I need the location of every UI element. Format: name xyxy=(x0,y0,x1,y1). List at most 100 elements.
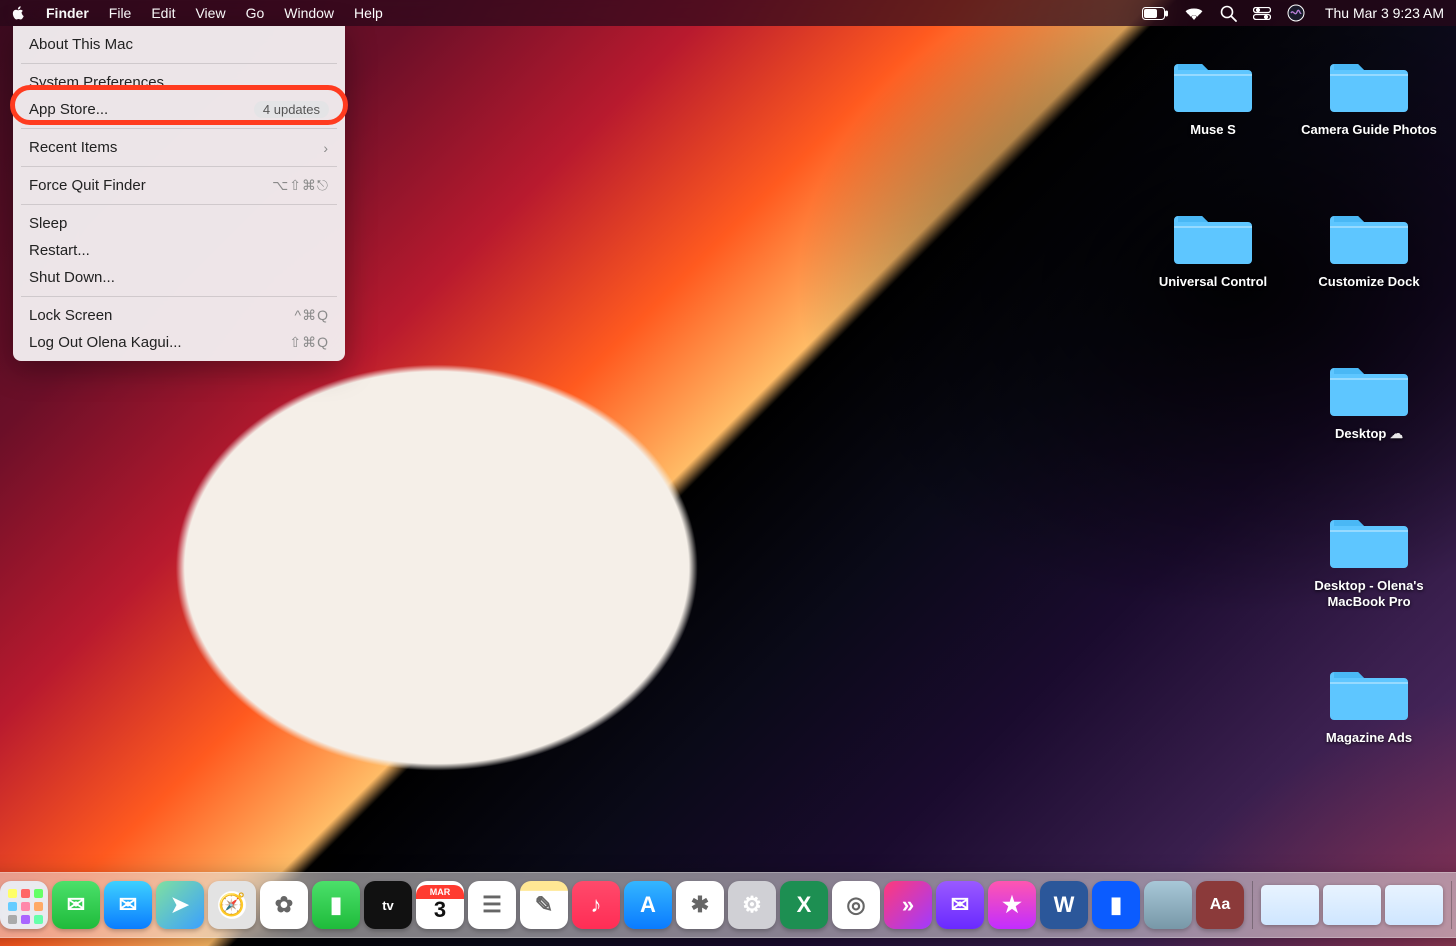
menu-shut-down[interactable]: Shut Down... xyxy=(13,264,345,291)
wifi-icon[interactable] xyxy=(1184,6,1204,20)
folder-icon xyxy=(1174,204,1252,266)
folder-icon xyxy=(1330,356,1408,418)
dock-region: ✉✉➤🧭✿▮tvMAR3☰✎♪A✱⚙X◎»✉★W▮Aa xyxy=(0,860,1456,946)
shortcut-label: ⇧⌘Q xyxy=(289,334,329,351)
folder-label: Universal Control xyxy=(1159,274,1267,290)
folder-label: Desktop xyxy=(1335,426,1403,442)
dock-app-feedback[interactable]: ✉ xyxy=(936,881,984,929)
apple-menu-dropdown: About This Mac System Preferences... App… xyxy=(13,26,345,361)
menu-force-quit[interactable]: Force Quit Finder ⌥⇧⌘⎋ xyxy=(13,172,345,199)
dock-separator xyxy=(1451,881,1452,929)
menu-about-this-mac[interactable]: About This Mac xyxy=(13,31,345,58)
menu-help[interactable]: Help xyxy=(344,0,393,26)
menu-lock-screen[interactable]: Lock Screen ^⌘Q xyxy=(13,302,345,329)
dock-app-word[interactable]: W xyxy=(1040,881,1088,929)
desktop-folder[interactable]: Universal Control xyxy=(1138,194,1288,344)
menu-system-preferences[interactable]: System Preferences... xyxy=(13,69,345,96)
folder-icon xyxy=(1174,52,1252,114)
desktop-folder[interactable]: Desktop xyxy=(1294,346,1444,496)
dock: ✉✉➤🧭✿▮tvMAR3☰✎♪A✱⚙X◎»✉★W▮Aa xyxy=(0,872,1456,938)
apple-menu-icon[interactable] xyxy=(0,0,36,26)
menu-sleep[interactable]: Sleep xyxy=(13,210,345,237)
dock-app-launchpad[interactable] xyxy=(0,881,48,929)
desktop-folder[interactable]: Magazine Ads xyxy=(1294,650,1444,800)
dock-app-notes[interactable]: ✎ xyxy=(520,881,568,929)
dock-app-preview[interactable] xyxy=(1144,881,1192,929)
dock-app-reminders[interactable]: ☰ xyxy=(468,881,516,929)
menu-log-out[interactable]: Log Out Olena Kagui... ⇧⌘Q xyxy=(13,329,345,356)
menu-item-label: System Preferences... xyxy=(29,74,177,91)
shortcut-label: ^⌘Q xyxy=(295,307,329,324)
chevron-right-icon: › xyxy=(323,140,329,156)
folder-label: Desktop - Olena's MacBook Pro xyxy=(1299,578,1439,609)
dock-app-music[interactable]: ♪ xyxy=(572,881,620,929)
dock-app-messages[interactable]: ✉ xyxy=(52,881,100,929)
dock-app-chrome[interactable]: ◎ xyxy=(832,881,880,929)
menu-separator xyxy=(21,63,337,64)
shortcut-label: ⌥⇧⌘⎋ xyxy=(272,177,329,194)
dock-app-slack[interactable]: ✱ xyxy=(676,881,724,929)
folder-label: Customize Dock xyxy=(1318,274,1419,290)
folder-icon xyxy=(1330,204,1408,266)
control-center-icon[interactable] xyxy=(1253,7,1271,20)
spotlight-icon[interactable] xyxy=(1220,5,1237,22)
menu-window[interactable]: Window xyxy=(274,0,344,26)
menubar-clock[interactable]: Thu Mar 3 9:23 AM xyxy=(1321,5,1444,21)
menubar-app-name[interactable]: Finder xyxy=(36,0,99,26)
battery-icon[interactable] xyxy=(1142,7,1168,20)
dock-minimized-window[interactable] xyxy=(1385,885,1443,925)
dock-app-tv[interactable]: tv xyxy=(364,881,412,929)
dock-app-shortcut[interactable]: » xyxy=(884,881,932,929)
menu-separator xyxy=(21,296,337,297)
dock-minimized-window[interactable] xyxy=(1261,885,1319,925)
dock-app-facetime[interactable]: ▮ xyxy=(312,881,360,929)
menu-app-store[interactable]: App Store... 4 updates xyxy=(13,96,345,123)
menu-item-label: Force Quit Finder xyxy=(29,177,146,194)
dock-app-dictionary[interactable]: Aa xyxy=(1196,881,1244,929)
folder-icon xyxy=(1330,52,1408,114)
menu-item-label: Recent Items xyxy=(29,139,117,156)
menu-item-label: Log Out Olena Kagui... xyxy=(29,334,182,351)
dock-app-zoom[interactable]: ▮ xyxy=(1092,881,1140,929)
dock-app-photos[interactable]: ✿ xyxy=(260,881,308,929)
dock-app-maps[interactable]: ➤ xyxy=(156,881,204,929)
menu-separator xyxy=(21,166,337,167)
dock-app-settings[interactable]: ⚙ xyxy=(728,881,776,929)
menu-item-label: Shut Down... xyxy=(29,269,115,286)
folder-label: Muse S xyxy=(1190,122,1236,138)
menu-file[interactable]: File xyxy=(99,0,142,26)
siri-icon[interactable] xyxy=(1287,4,1305,22)
folder-label: Camera Guide Photos xyxy=(1301,122,1437,138)
menu-view[interactable]: View xyxy=(185,0,235,26)
updates-badge: 4 updates xyxy=(254,101,329,118)
menu-recent-items[interactable]: Recent Items › xyxy=(13,134,345,161)
menubar: Finder File Edit View Go Window Help Thu… xyxy=(0,0,1456,26)
desktop-icons-grid: Muse S Camera Guide Photos Universal Contr… xyxy=(1138,42,1444,800)
menu-go[interactable]: Go xyxy=(236,0,275,26)
calendar-day: 3 xyxy=(416,897,464,923)
folder-icon xyxy=(1330,660,1408,722)
desktop-folder[interactable]: Customize Dock xyxy=(1294,194,1444,344)
dock-app-excel[interactable]: X xyxy=(780,881,828,929)
menu-item-label: App Store... xyxy=(29,101,108,118)
dock-app-calendar[interactable]: MAR3 xyxy=(416,881,464,929)
desktop-folder[interactable]: Desktop - Olena's MacBook Pro xyxy=(1294,498,1444,648)
folder-label: Magazine Ads xyxy=(1326,730,1412,746)
desktop-folder[interactable]: Muse S xyxy=(1138,42,1288,192)
menu-edit[interactable]: Edit xyxy=(141,0,185,26)
dock-separator xyxy=(1252,881,1253,929)
dock-minimized-window[interactable] xyxy=(1323,885,1381,925)
dock-app-safari[interactable]: 🧭 xyxy=(208,881,256,929)
menu-separator xyxy=(21,204,337,205)
menu-separator xyxy=(21,128,337,129)
menu-item-label: About This Mac xyxy=(29,36,133,53)
dock-app-star[interactable]: ★ xyxy=(988,881,1036,929)
menu-item-label: Lock Screen xyxy=(29,307,112,324)
menu-item-label: Sleep xyxy=(29,215,67,232)
dock-app-appstore[interactable]: A xyxy=(624,881,672,929)
folder-icon xyxy=(1330,508,1408,570)
dock-app-mail[interactable]: ✉ xyxy=(104,881,152,929)
desktop-folder[interactable]: Camera Guide Photos xyxy=(1294,42,1444,192)
menu-restart[interactable]: Restart... xyxy=(13,237,345,264)
menu-item-label: Restart... xyxy=(29,242,90,259)
